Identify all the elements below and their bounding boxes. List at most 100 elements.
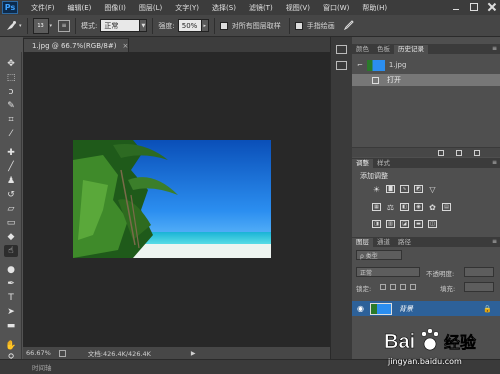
close-tab-icon[interactable]: × xyxy=(122,42,128,50)
camera-icon[interactable] xyxy=(456,150,462,156)
lock-pixels-icon[interactable] xyxy=(390,284,396,290)
chevron-down-icon[interactable]: ▾ xyxy=(50,23,53,29)
gradient-tool-icon[interactable]: ▭ xyxy=(4,217,18,229)
eyedropper-tool-icon[interactable]: ⁄ xyxy=(4,128,18,140)
path-selection-tool-icon[interactable]: ➤ xyxy=(4,306,18,318)
minimize-icon[interactable] xyxy=(452,3,460,11)
chevron-down-icon[interactable]: ▼ xyxy=(140,19,148,32)
new-snapshot-icon[interactable] xyxy=(438,150,444,156)
hue-saturation-icon[interactable]: ▦ xyxy=(372,203,381,211)
document-info: 文档:426.4K/426.4K xyxy=(87,350,151,358)
type-tool-icon[interactable]: T xyxy=(4,292,18,304)
lock-label: 锁定: xyxy=(356,285,372,293)
history-brush-tool-icon[interactable]: ↺ xyxy=(4,189,18,201)
collapsed-panel-dock xyxy=(330,37,352,359)
menu-view[interactable]: 视图(V) xyxy=(286,3,310,13)
history-snapshot[interactable]: ⌐ 1.jpg xyxy=(352,57,500,73)
posterize-icon[interactable]: ▥ xyxy=(386,220,395,228)
tab-adjustments[interactable]: 调整 xyxy=(352,159,373,168)
panel-menu-icon[interactable]: ≡ xyxy=(492,238,497,245)
layer-kind-filter[interactable]: ρ 类型 xyxy=(356,250,402,260)
strength-input[interactable]: 50% xyxy=(177,19,202,32)
menu-filter[interactable]: 滤镜(T) xyxy=(249,3,273,13)
menu-select[interactable]: 选择(S) xyxy=(212,3,236,13)
finger-painting-checkbox[interactable] xyxy=(294,21,303,30)
lock-position-icon[interactable] xyxy=(400,284,406,290)
chevron-down-icon[interactable]: ▾ xyxy=(19,23,22,29)
blur-tool-icon[interactable]: ◆ xyxy=(4,231,18,243)
menu-edit[interactable]: 编辑(E) xyxy=(68,3,92,13)
photo-filter-icon[interactable]: ◉ xyxy=(414,203,423,211)
tab-color[interactable]: 颜色 xyxy=(352,45,373,54)
trash-icon[interactable] xyxy=(474,150,480,156)
selective-color-icon[interactable]: ◫ xyxy=(428,220,437,228)
marquee-tool-icon[interactable]: ⬚ xyxy=(4,72,18,84)
timeline-tab[interactable]: 时间轴 xyxy=(32,362,52,372)
close-icon[interactable] xyxy=(488,3,496,11)
smudge-tool-icon[interactable]: ☝ xyxy=(4,245,18,257)
tab-history[interactable]: 历史记录 xyxy=(394,45,428,54)
threshold-icon[interactable]: ◪ xyxy=(400,220,409,228)
status-share-icon[interactable] xyxy=(58,349,66,357)
exposure-icon[interactable]: ◩ xyxy=(414,185,423,193)
brush-tool-icon[interactable]: ╱ xyxy=(4,161,18,173)
canvas-area[interactable] xyxy=(23,52,330,347)
maximize-icon[interactable] xyxy=(470,3,478,11)
history-step[interactable]: 打开 xyxy=(352,74,500,86)
lock-all-icon[interactable] xyxy=(410,284,416,290)
levels-icon[interactable]: ▇ xyxy=(386,185,395,193)
color-lookup-icon[interactable]: ▤ xyxy=(442,203,451,211)
black-white-icon[interactable]: ◧ xyxy=(400,203,409,211)
pen-tool-icon[interactable]: ✒ xyxy=(4,278,18,290)
dock-panel-icon[interactable] xyxy=(336,61,347,70)
visibility-eye-icon[interactable]: ◉ xyxy=(357,304,364,313)
channel-mixer-icon[interactable]: ✿ xyxy=(428,203,437,212)
shape-tool-icon[interactable]: ▬ xyxy=(4,320,18,332)
menu-window[interactable]: 窗口(W) xyxy=(323,3,349,13)
brush-panel-toggle-icon[interactable]: ≡ xyxy=(58,19,71,32)
blend-mode-select[interactable]: 正常 xyxy=(356,267,420,277)
clone-stamp-tool-icon[interactable]: ♟ xyxy=(4,175,18,187)
zoom-level[interactable]: 66.67% xyxy=(26,349,51,357)
color-balance-icon[interactable]: ⚖ xyxy=(386,203,395,212)
tab-layers[interactable]: 图层 xyxy=(352,238,373,247)
layer-row-background[interactable]: ◉ 背景 🔒 xyxy=(352,301,500,316)
document-tab[interactable]: 1.jpg @ 66.7%(RGB/8#) × xyxy=(23,38,129,52)
mode-select[interactable]: 正常 xyxy=(100,19,141,32)
gradient-map-icon[interactable]: ▬ xyxy=(414,220,423,228)
pressure-pen-icon[interactable] xyxy=(343,19,354,32)
brush-size-picker[interactable]: 13 xyxy=(32,17,49,34)
curves-icon[interactable]: ∿ xyxy=(400,185,409,193)
vibrance-icon[interactable]: ▽ xyxy=(428,185,437,194)
eraser-tool-icon[interactable]: ▱ xyxy=(4,203,18,215)
menu-help[interactable]: 帮助(H) xyxy=(362,3,387,13)
move-tool-icon[interactable]: ✥ xyxy=(4,58,18,70)
panel-menu-icon[interactable]: ≡ xyxy=(492,45,497,52)
tab-swatches[interactable]: 色板 xyxy=(373,45,394,54)
menu-file[interactable]: 文件(F) xyxy=(31,3,55,13)
dodge-tool-icon[interactable]: ● xyxy=(4,264,18,276)
quick-select-tool-icon[interactable]: ✎ xyxy=(4,100,18,112)
tab-paths[interactable]: 路径 xyxy=(394,238,415,247)
crop-tool-icon[interactable]: ⌗ xyxy=(4,114,18,126)
healing-brush-tool-icon[interactable]: ✚ xyxy=(4,147,18,159)
panel-menu-icon[interactable]: ≡ xyxy=(492,159,497,166)
smudge-tool-preset-icon[interactable] xyxy=(4,19,18,33)
tab-styles[interactable]: 样式 xyxy=(373,159,394,168)
invert-icon[interactable]: ◨ xyxy=(372,220,381,228)
lasso-tool-icon[interactable]: ↄ xyxy=(4,86,18,98)
chevron-down-icon[interactable]: ▸ xyxy=(201,19,209,32)
hand-tool-icon[interactable]: ✋ xyxy=(4,340,18,352)
menu-image[interactable]: 图像(I) xyxy=(104,3,126,13)
tab-channels[interactable]: 通道 xyxy=(373,238,394,247)
menu-layer[interactable]: 图层(L) xyxy=(139,3,162,13)
status-menu-arrow-icon[interactable]: ▶ xyxy=(191,350,196,357)
menu-type[interactable]: 文字(Y) xyxy=(175,3,199,13)
fill-input[interactable] xyxy=(464,282,494,292)
lock-transparency-icon[interactable] xyxy=(380,284,386,290)
beach-photo[interactable] xyxy=(73,140,271,258)
brightness-icon[interactable]: ☀ xyxy=(372,185,381,194)
opacity-input[interactable] xyxy=(464,267,494,277)
sample-all-layers-checkbox[interactable] xyxy=(219,21,228,30)
dock-panel-icon[interactable] xyxy=(336,45,347,54)
